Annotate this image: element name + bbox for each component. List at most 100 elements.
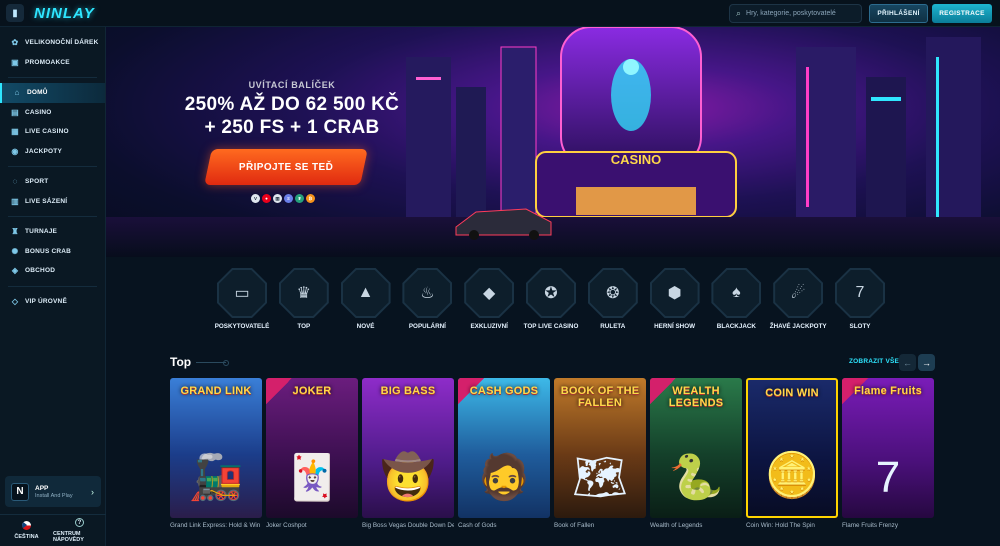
category-book[interactable]: ▭ POSKYTOVATELÉ [212,268,272,330]
game-thumbnail[interactable]: GRAND LINK 🚂 [170,378,262,518]
sidebar-item-label: SPORT [25,178,49,186]
category-hot-jackpot[interactable]: ☄ ŽHAVÉ JACKPOTY [768,268,828,330]
help-center-link[interactable]: ? CENTRUM NÁPOVĚDY [53,515,106,546]
sidebar-item-easter-egg[interactable]: ✿ VELIKONOČNÍ DÁREK [0,33,105,53]
hero-headline-line1: 250% AŽ DO 62 500 KČ [184,94,400,115]
sidebar-item-label: LIVE CASINO [25,128,69,136]
category-label: HERNÍ SHOW [654,323,696,330]
category-label: POPULÁRNÍ [408,323,446,330]
category-roulette[interactable]: ❂ RULETA [583,268,643,330]
game-card[interactable]: CASH GODS 🧔 Cash of Gods [458,378,550,529]
live-betting-icon: ▥ [11,196,19,206]
category-show[interactable]: ⬢ HERNÍ SHOW [645,268,705,330]
sidebar-item-sport[interactable]: ◌ SPORT [0,172,105,192]
game-name: Book of Fallen [554,522,595,529]
casino-icon: ▤ [11,107,19,117]
category-hex: ❂ [587,268,638,318]
game-thumbnail[interactable]: BIG BASS 🤠 [362,378,454,518]
carousel-prev-button[interactable]: ← [899,354,916,371]
game-thumbnail[interactable]: Flame Fruits 7 [842,378,934,518]
sidebar-item-trophy[interactable]: ♜ TURNAJE [0,222,105,242]
category-medal[interactable]: ✪ TOP LIVE CASINO [521,268,581,330]
category-hex: ✪ [526,268,576,318]
category-hex: ▭ [217,268,267,318]
sidebar-divider [8,77,97,78]
register-button[interactable]: REGISTRACE [932,4,992,23]
game-logo-title: BIG BASS [380,385,436,397]
cards-icon: ♠ [713,270,760,316]
roulette-icon: ❂ [589,270,636,316]
sidebar-item-label: CASINO [25,108,52,116]
game-name: Big Boss Vegas Double Down Del... [362,522,454,529]
section-title-decoration [196,360,229,366]
login-button[interactable]: PŘIHLÁŠENÍ [869,4,928,23]
sidebar: ✿ VELIKONOČNÍ DÁREK ▣ PROMOAKCE ⌂ DOMŮ ▤ CASINO… [0,27,106,546]
category-label: ŽHAVÉ JACKPOTY [769,323,827,330]
category-slots[interactable]: 7 SLOTY [830,268,890,330]
flame-icon: ♨ [404,270,451,316]
tether-icon: ₮ [295,194,304,203]
game-thumbnail[interactable]: JOKER 🃏 [266,378,358,518]
book-icon: ▭ [219,270,265,316]
app-subtitle: Install And Play [35,492,73,499]
sidebar-item-casino[interactable]: ▤ CASINO [0,103,105,123]
sidebar-item-label: TURNAJE [25,228,58,236]
category-rocket[interactable]: ▲ NOVÉ [336,268,396,330]
sidebar-item-live-casino[interactable]: ▦ LIVE CASINO [0,122,105,142]
sidebar-item-shop[interactable]: ◈ OBCHOD [0,261,105,281]
game-character-art: 🃏 [284,453,340,502]
game-logo-title: WEALTH LEGENDS [668,385,724,409]
diamond-icon: ◇ [11,296,19,306]
category-label: NOVÉ [356,323,375,330]
game-character-art: 🤠 [380,453,436,502]
game-card[interactable]: COIN WIN 🪙 Coin Win: Hold The Spin [746,378,838,529]
sidebar-item-jackpot[interactable]: ◉ JACKPOTY [0,142,105,162]
game-card[interactable]: WEALTH LEGENDS 🐍 Wealth of Legends [650,378,742,529]
sidebar-item-diamond[interactable]: ◇ VIP ÚROVNĚ [0,292,105,312]
sidebar-item-crab[interactable]: ✺ BONUS CRAB [0,242,105,262]
game-name: Joker Coshpot [266,522,307,529]
category-cards[interactable]: ♠ BLACKJACK [706,268,766,330]
sidebar-item-home[interactable]: ⌂ DOMŮ [0,83,105,103]
game-card[interactable]: BOOK OF THE FALLEN 🗺 Book of Fallen [554,378,646,529]
game-thumbnail[interactable]: COIN WIN 🪙 [746,378,838,518]
game-thumbnail[interactable]: BOOK OF THE FALLEN 🗺 [554,378,646,518]
sidebar-item-live-betting[interactable]: ▥ LIVE SÁZENÍ [0,192,105,212]
category-crown[interactable]: ♛ TOP [274,268,334,330]
language-selector[interactable]: ČEŠTINA [0,515,53,546]
game-card[interactable]: GRAND LINK 🚂 Grand Link Express: Hold & Wi… [170,378,262,529]
game-card[interactable]: JOKER 🃏 Joker Coshpot [266,378,358,529]
sidebar-item-label: DOMŮ [27,89,48,97]
sidebar-item-label: VELIKONOČNÍ DÁREK [25,39,99,47]
game-logo-title: CASH GODS [469,385,539,397]
rocket-icon: ▲ [342,270,389,316]
sidebar-toggle-icon[interactable]: ▮ [6,4,24,22]
join-now-button[interactable]: PŘIPOJTE SE TEĎ [204,149,368,185]
app-download-card[interactable]: N APP Install And Play › [5,476,101,507]
join-now-label: PŘIPOJTE SE TEĎ [238,161,334,173]
category-diamond[interactable]: ◆ EXKLUZIVNÍ [459,268,519,330]
sidebar-item-gift[interactable]: ▣ PROMOAKCE [0,53,105,73]
sidebar-item-label: JACKPOTY [25,147,62,155]
category-label: EXKLUZIVNÍ [470,323,508,330]
game-card[interactable]: Flame Fruits 7 Flame Fruits Frenzy [842,378,934,529]
welcome-banner[interactable]: CASINO UVÍTACÍ BALÍČEK 250% AŽ DO 62 500… [106,27,1000,257]
game-thumbnail[interactable]: CASH GODS 🧔 [458,378,550,518]
category-label: SLOTY [849,323,871,330]
hero-subtitle: UVÍTACÍ BALÍČEK [248,80,336,90]
gift-icon: ▣ [11,57,19,67]
carousel-next-button[interactable]: → [918,354,935,371]
game-logo-title: Flame Fruits [854,385,922,397]
sidebar-item-label: VIP ÚROVNĚ [25,297,67,305]
language-label: ČEŠTINA [14,534,39,540]
game-logo-title: JOKER [292,385,332,397]
search-input[interactable]: ⌕ Hry, kategorie, poskytovatelé [729,4,862,23]
sidebar-footer: ČEŠTINA ? CENTRUM NÁPOVĚDY [0,514,106,546]
game-thumbnail[interactable]: WEALTH LEGENDS 🐍 [650,378,742,518]
show-all-link[interactable]: ZOBRAZIT VŠE [849,358,899,365]
site-logo[interactable]: NINLAY [34,5,95,22]
game-character-art: 🚂 [188,453,244,502]
game-card[interactable]: BIG BASS 🤠 Big Boss Vegas Double Down Del.… [362,378,454,529]
category-flame[interactable]: ♨ POPULÁRNÍ [397,268,457,330]
sidebar-nav: ✿ VELIKONOČNÍ DÁREK ▣ PROMOAKCE ⌂ DOMŮ ▤ CASINO… [0,27,105,311]
